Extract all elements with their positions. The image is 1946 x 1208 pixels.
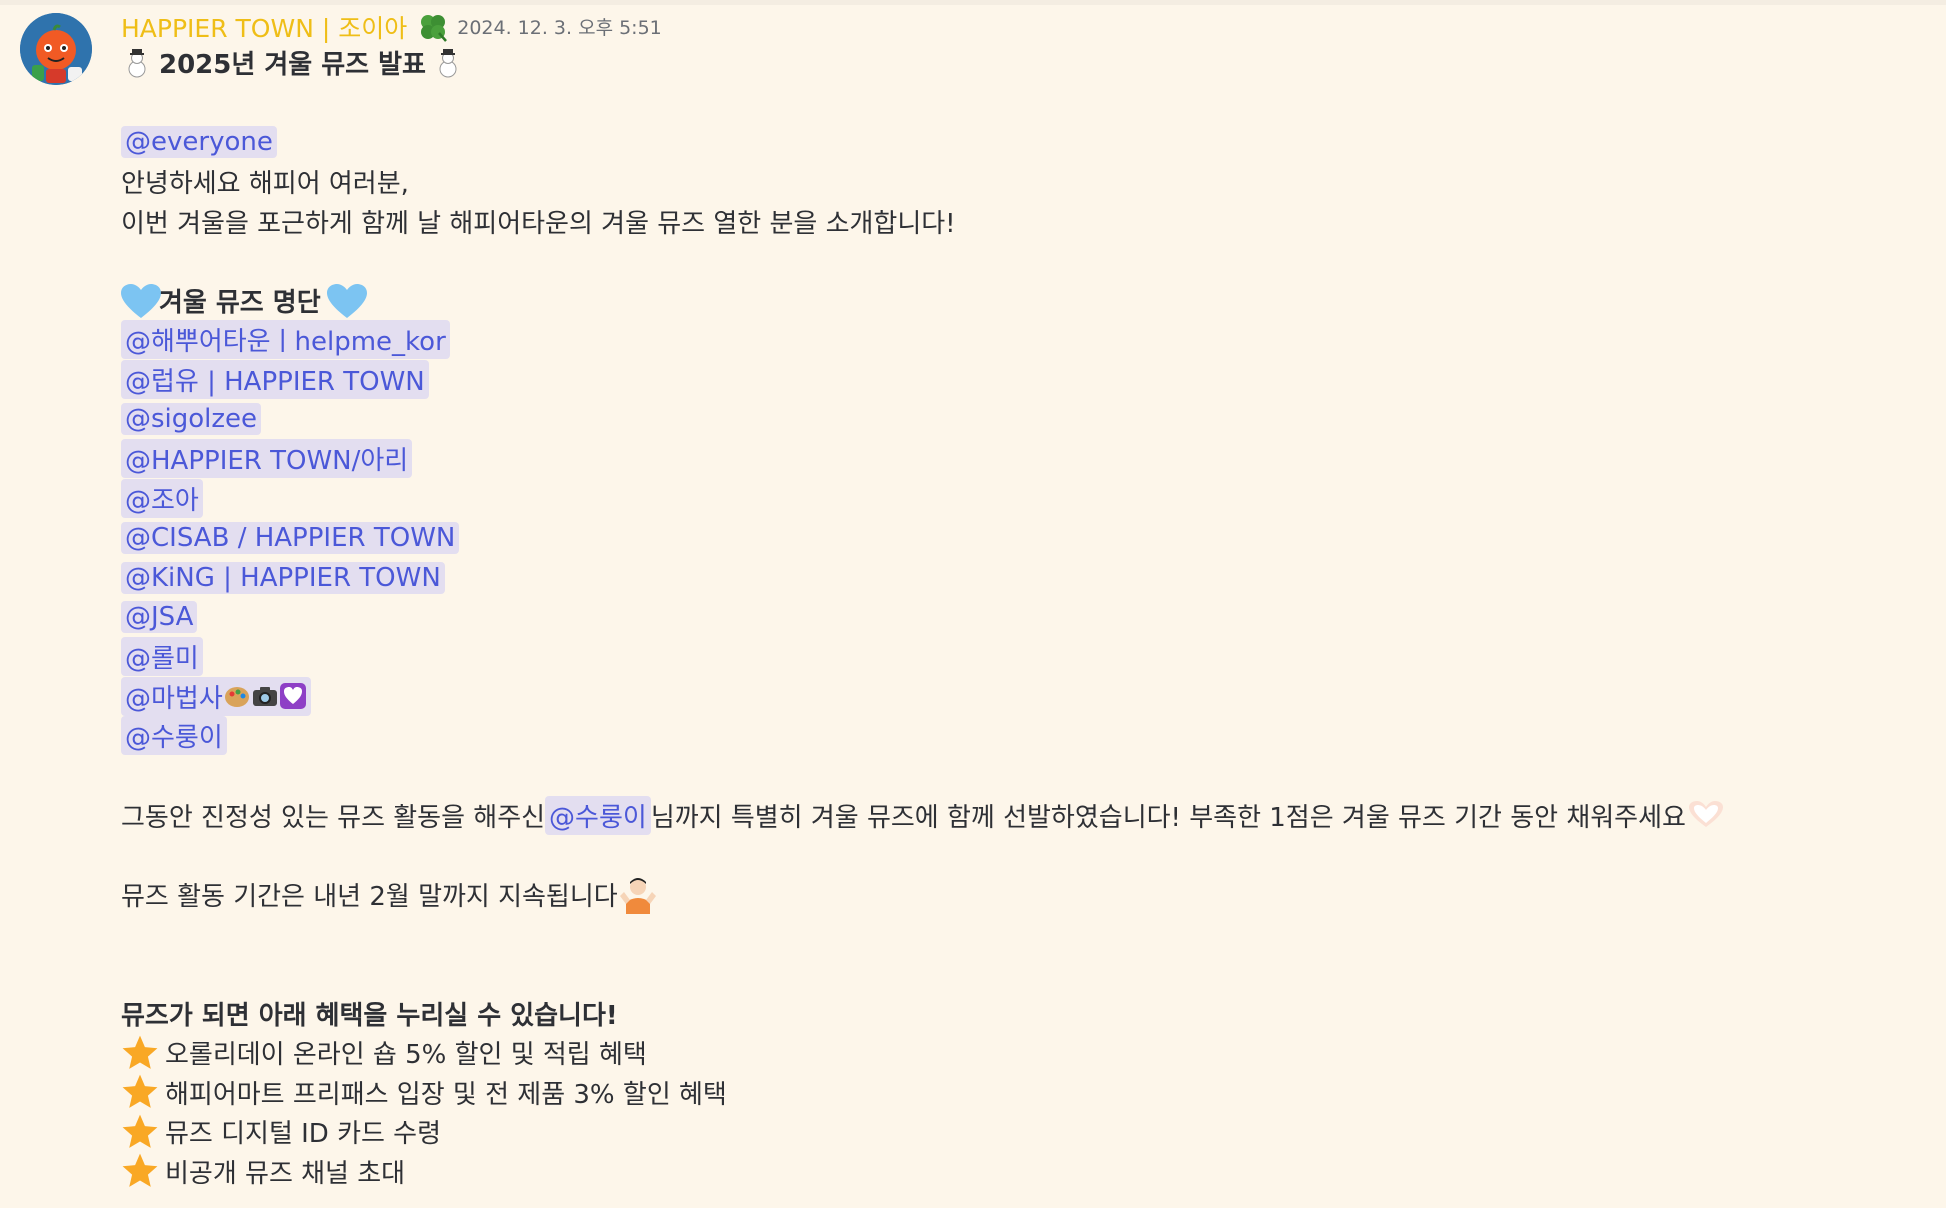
chat-message: HAPPIER TOWN | 조이아 2024. 12. 3. 오후 5:51 …	[0, 5, 1946, 1208]
benefit-item: 오롤리데이 온라인 숍 5% 할인 및 적립 혜택	[121, 1033, 1921, 1073]
star-icon	[121, 1073, 159, 1111]
muse-item: @sigolzee	[121, 399, 1921, 439]
benefits-title: 뮤즈가 되면 아래 혜택을 누리실 수 있습니다!	[121, 1000, 618, 1031]
special-text-after: 님까지 특별히 겨울 뮤즈에 함께 선발하였습니다! 부족한 1점은 겨울 뮤즈…	[650, 802, 1686, 833]
muse-mention[interactable]: @조아	[121, 478, 203, 518]
muse-mention[interactable]: @sigolzee	[121, 403, 262, 436]
muse-item: @조아	[121, 478, 1921, 519]
muse-mention[interactable]: @마법사	[121, 676, 311, 716]
muse-mention[interactable]: @롤미	[121, 637, 203, 677]
intro: 이번 겨울을 포근하게 함께 날 해피어타운의 겨울 뮤즈 열한 분을 소개합니…	[121, 208, 956, 239]
muse-list-title: 겨울 뮤즈 명단	[121, 281, 1921, 321]
muse-item: @CISAB / HAPPIER TOWN	[121, 518, 1921, 558]
special-text-before: 그동안 진정성 있는 뮤즈 활동을 해주신	[121, 802, 546, 833]
muse-list-title-text: 겨울 뮤즈 명단	[159, 287, 321, 318]
message-content: HAPPIER TOWN | 조이아 2024. 12. 3. 오후 5:51 …	[121, 10, 1921, 1191]
muse-mention-text: @마법사	[125, 683, 223, 714]
muse-mention[interactable]: @CISAB / HAPPIER TOWN	[121, 521, 460, 554]
message-header: HAPPIER TOWN | 조이아 2024. 12. 3. 오후 5:51	[121, 10, 1921, 43]
benefit-item: 비공개 뮤즈 채널 초대	[121, 1152, 1921, 1192]
special-mention[interactable]: @수룽이	[545, 795, 651, 835]
title-text: 2025년 겨울 뮤즈 발표	[159, 50, 426, 81]
benefit-text: 오롤리데이 온라인 숍 5% 할인 및 적립 혜택	[165, 1040, 647, 1071]
avatar[interactable]	[20, 13, 92, 85]
muse-item: @럽유 | HAPPIER TOWN	[121, 360, 1921, 400]
muse-item: @HAPPIER TOWN/아리	[121, 439, 1921, 479]
timestamp: 2024. 12. 3. 오후 5:51	[457, 17, 662, 39]
greeting: 안녕하세요 해피어 여러분,	[121, 169, 409, 200]
clover-icon	[417, 11, 449, 43]
everyone-mention[interactable]: @everyone	[121, 125, 277, 158]
period-text: 뮤즈 활동 기간은 내년 2월 말까지 지속됩니다	[121, 881, 618, 912]
everyone-line: @everyone	[121, 122, 1921, 162]
camera-icon	[251, 682, 279, 710]
muse-item: @수룽이	[121, 716, 1921, 756]
muse-item: @해뿌어타운ㅣhelpme_kor	[121, 320, 1921, 360]
announcement-title: 2025년 겨울 뮤즈 발표	[121, 43, 1921, 83]
muse-mention[interactable]: @수룽이	[121, 716, 227, 756]
benefit-text: 비공개 뮤즈 채널 초대	[165, 1158, 406, 1189]
benefit-text: 해피어마트 프리패스 입장 및 전 제품 3% 할인 혜택	[165, 1079, 727, 1110]
author-name[interactable]: HAPPIER TOWN | 조이아	[121, 9, 407, 45]
star-icon	[121, 1113, 159, 1151]
snowman-icon	[432, 47, 464, 79]
muse-item: @롤미	[121, 637, 1921, 677]
benefit-item: 해피어마트 프리패스 입장 및 전 제품 3% 할인 혜택	[121, 1072, 1921, 1112]
muse-item: @KiNG | HAPPIER TOWN	[121, 558, 1921, 598]
muse-mention[interactable]: @KiNG | HAPPIER TOWN	[121, 561, 445, 594]
person-shrugging-icon	[618, 874, 658, 915]
muse-mention[interactable]: @럽유 | HAPPIER TOWN	[121, 360, 429, 400]
blue-heart-icon	[121, 284, 161, 319]
muse-mention[interactable]: @해뿌어타운ㅣhelpme_kor	[121, 320, 450, 360]
muse-mention[interactable]: @JSA	[121, 601, 198, 634]
special-selection: 그동안 진정성 있는 뮤즈 활동을 해주신 @수룽이 님까지 특별히 겨울 뮤즈…	[121, 795, 1921, 835]
muse-mention[interactable]: @HAPPIER TOWN/아리	[121, 439, 413, 479]
sparkling-heart-icon	[279, 682, 307, 710]
muse-item: @마법사	[121, 676, 1921, 717]
palette-icon	[223, 682, 251, 710]
star-icon	[121, 1152, 159, 1190]
snowman-icon	[121, 47, 153, 79]
period-line: 뮤즈 활동 기간은 내년 2월 말까지 지속됩니다	[121, 874, 1921, 915]
blue-heart-icon	[326, 284, 367, 319]
benefit-item: 뮤즈 디지털 ID 카드 수령	[121, 1112, 1921, 1152]
heart-hands-icon	[1686, 799, 1726, 831]
benefit-text: 뮤즈 디지털 ID 카드 수령	[165, 1119, 442, 1150]
star-icon	[121, 1034, 159, 1072]
muse-item: @JSA	[121, 597, 1921, 637]
